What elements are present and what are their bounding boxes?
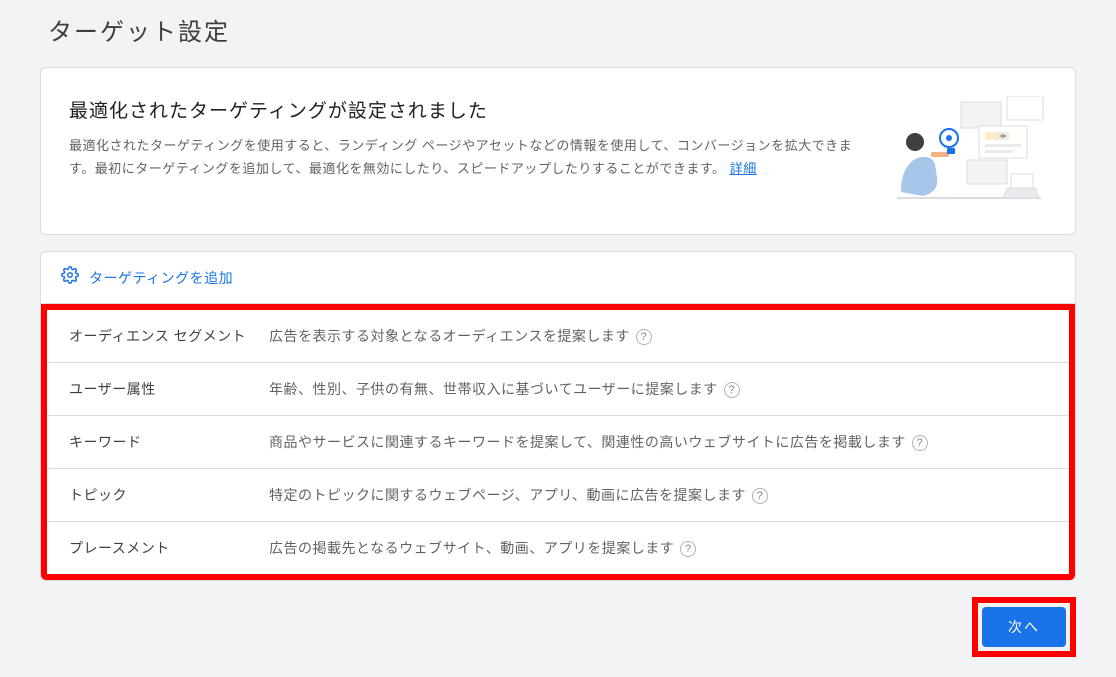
- add-targeting-header[interactable]: ターゲティングを追加: [41, 252, 1075, 304]
- targeting-options-highlight: オーディエンス セグメント 広告を表示する対象となるオーディエンスを提案します?…: [41, 304, 1075, 580]
- row-demographics[interactable]: ユーザー属性 年齢、性別、子供の有無、世帯収入に基づいてユーザーに提案します?: [47, 363, 1069, 416]
- row-placements[interactable]: プレースメント 広告の掲載先となるウェブサイト、動画、アプリを提案します?: [47, 522, 1069, 574]
- row-label: オーディエンス セグメント: [69, 326, 269, 346]
- page-title: ターゲット設定: [40, 12, 1076, 47]
- help-icon[interactable]: ?: [752, 488, 768, 504]
- row-desc: 広告を表示する対象となるオーディエンスを提案します?: [269, 326, 1047, 346]
- next-button[interactable]: 次へ: [982, 607, 1066, 647]
- row-keywords[interactable]: キーワード 商品やサービスに関連するキーワードを提案して、関連性の高いウェブサイ…: [47, 416, 1069, 469]
- learn-more-link[interactable]: 詳細: [730, 161, 757, 176]
- info-card-description: 最適化されたターゲティングを使用すると、ランディング ページやアセットなどの情報…: [69, 135, 857, 181]
- row-desc: 広告の掲載先となるウェブサイト、動画、アプリを提案します?: [269, 538, 1047, 558]
- targeting-section: ターゲティングを追加 オーディエンス セグメント 広告を表示する対象となるオーデ…: [40, 251, 1076, 581]
- footer: 次へ: [40, 581, 1076, 657]
- info-card-heading: 最適化されたターゲティングが設定されました: [69, 96, 857, 123]
- help-icon[interactable]: ?: [724, 382, 740, 398]
- row-topics[interactable]: トピック 特定のトピックに関するウェブページ、アプリ、動画に広告を提案します?: [47, 469, 1069, 522]
- help-icon[interactable]: ?: [680, 541, 696, 557]
- help-icon[interactable]: ?: [636, 329, 652, 345]
- row-desc: 年齢、性別、子供の有無、世帯収入に基づいてユーザーに提案します?: [269, 379, 1047, 399]
- add-targeting-label: ターゲティングを追加: [89, 268, 233, 288]
- targeting-illustration: [877, 96, 1047, 206]
- info-card: 最適化されたターゲティングが設定されました 最適化されたターゲティングを使用する…: [40, 67, 1076, 235]
- next-button-highlight: 次へ: [972, 597, 1076, 657]
- row-label: ユーザー属性: [69, 379, 269, 399]
- row-label: プレースメント: [69, 538, 269, 558]
- gear-icon: [61, 266, 79, 289]
- row-desc: 特定のトピックに関するウェブページ、アプリ、動画に広告を提案します?: [269, 485, 1047, 505]
- row-label: トピック: [69, 485, 269, 505]
- row-audience-segment[interactable]: オーディエンス セグメント 広告を表示する対象となるオーディエンスを提案します?: [47, 310, 1069, 363]
- row-label: キーワード: [69, 432, 269, 452]
- help-icon[interactable]: ?: [912, 435, 928, 451]
- row-desc: 商品やサービスに関連するキーワードを提案して、関連性の高いウェブサイトに広告を掲…: [269, 432, 1047, 452]
